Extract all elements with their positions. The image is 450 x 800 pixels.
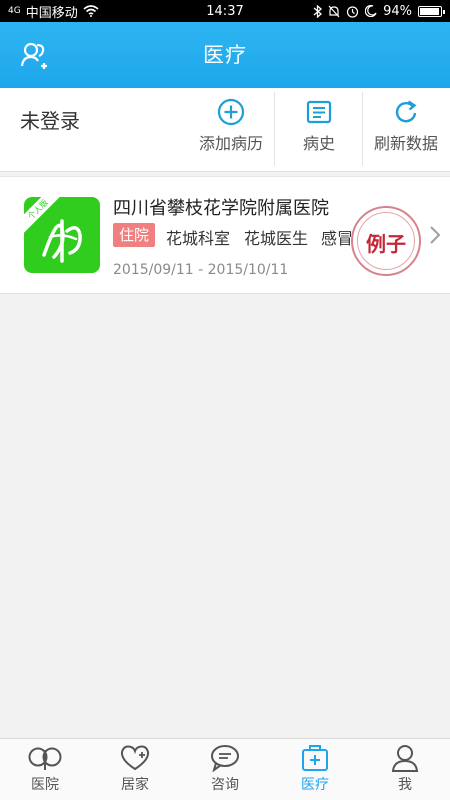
refresh-button[interactable]: 刷新数据 [366,98,446,162]
moon-icon [365,5,377,17]
signal-label: 4G [8,6,21,16]
tab-me[interactable]: 我 [360,739,450,800]
department: 花城科室 [166,229,231,248]
add-record-button[interactable]: 添加病历 [192,98,270,162]
tab-label: 居家 [121,777,149,793]
history-button[interactable]: 病史 [286,98,352,162]
chevron-right-icon [430,226,441,244]
tab-label: 我 [398,777,412,793]
app-header: 医疗 [0,22,450,88]
date-range: 2015/09/11 - 2015/10/11 [113,262,289,278]
sample-stamp: 例子 [351,206,421,276]
tab-label: 医疗 [301,777,329,793]
record-toolbar: 未登录 添加病历 病史 刷新数据 [0,88,450,172]
refresh-label: 刷新数据 [373,134,438,153]
heart-plus-icon [120,745,150,771]
chat-icon [211,745,239,772]
stamp-text: 例子 [366,232,406,256]
logo-mark-icon [42,219,82,263]
hospital-icon [28,747,62,770]
doctor: 花城医生 [244,229,309,248]
page-title: 医疗 [203,43,247,67]
status-bar: 4G 中国移动 14:37 94% [0,0,450,22]
bottom-tab-bar: 医院 居家 咨询 医疗 我 [0,738,450,800]
tab-home[interactable]: 居家 [90,739,180,800]
document-icon [306,100,332,124]
medical-kit-icon [302,745,328,771]
tab-consult[interactable]: 咨询 [180,739,270,800]
status-time: 14:37 [206,3,244,19]
divider [274,92,275,166]
carrier: 中国移动 [25,5,78,21]
record-type-tag: 住院 [113,223,156,247]
battery-percent: 94% [383,3,412,19]
hospital-logo: 个人版 [24,197,100,273]
tab-hospital[interactable]: 医院 [0,739,90,800]
person-icon [391,745,419,772]
add-record-label: 添加病历 [198,134,263,153]
alarm-icon [346,5,359,18]
login-status[interactable]: 未登录 [20,105,80,134]
battery-fill [420,7,439,15]
bluetooth-icon [313,4,323,18]
divider [362,92,363,166]
hospital-name: 四川省攀枝花学院附属医院 [113,198,329,219]
mute-icon [328,5,340,17]
tab-label: 咨询 [211,777,239,793]
history-label: 病史 [302,134,335,153]
plus-circle-icon [217,98,245,126]
battery-icon [418,5,445,17]
refresh-icon [395,100,417,123]
tab-label: 医院 [31,777,59,793]
tab-medical[interactable]: 医疗 [270,739,360,800]
wifi-icon [83,5,99,17]
record-item[interactable]: 个人版 四川省攀枝花学院附属医院 住院 花城科室 花城医生 感冒 2015/09… [0,176,450,294]
